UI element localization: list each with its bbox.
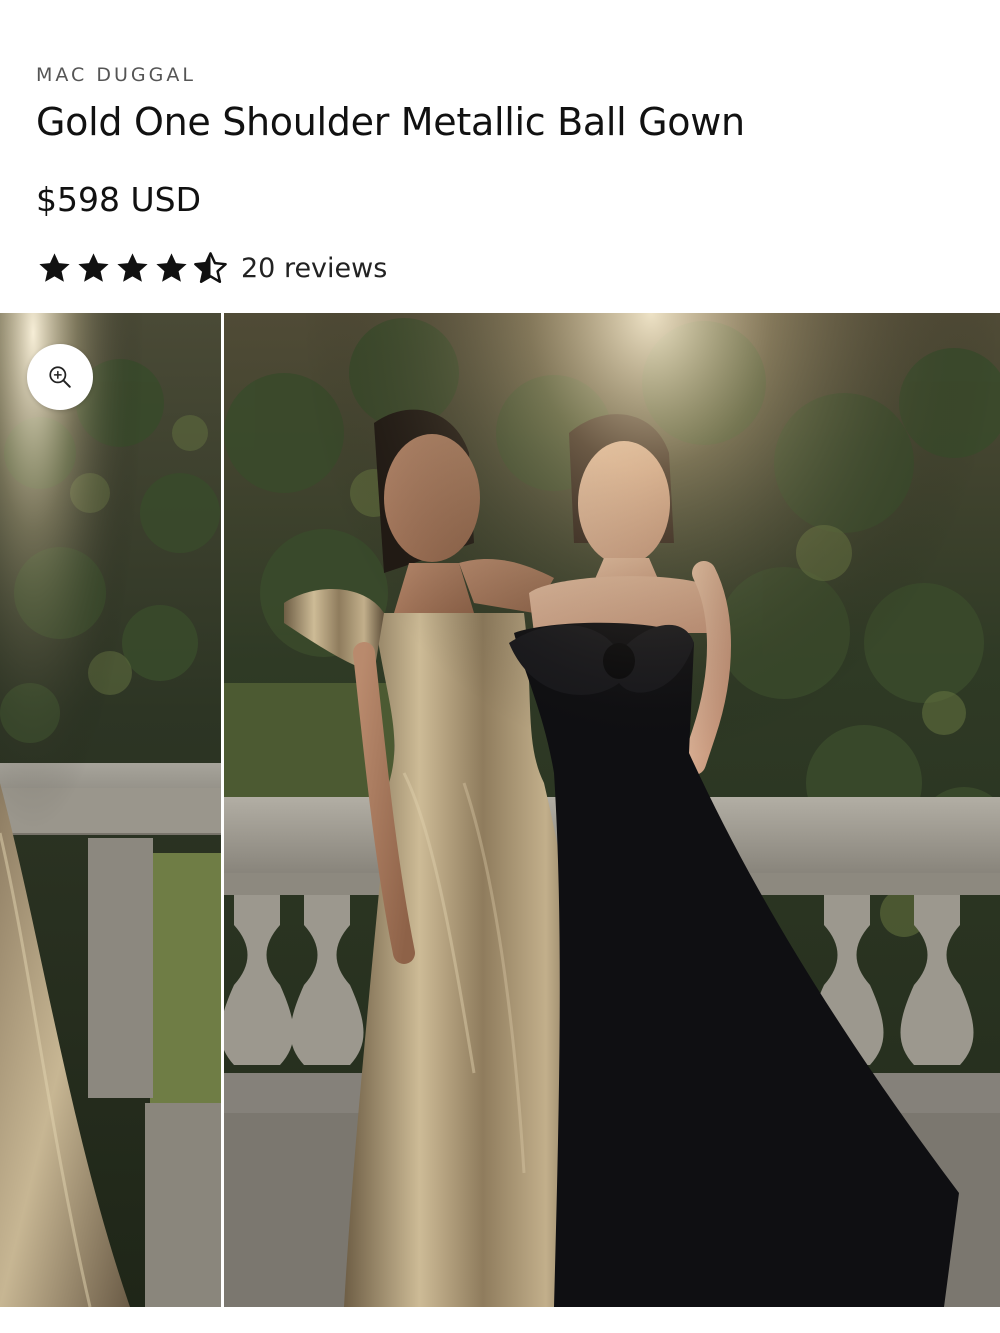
product-title: Gold One Shoulder Metallic Ball Gown: [36, 100, 745, 144]
product-gallery[interactable]: [0, 313, 1000, 1307]
gallery-photo: [224, 313, 1000, 1307]
star-full-icon: [39, 252, 70, 282]
star-full-icon: [117, 252, 148, 282]
star-rating: [36, 250, 229, 287]
product-vendor[interactable]: MAC DUGGAL: [36, 64, 196, 86]
zoom-button[interactable]: [27, 344, 93, 410]
gallery-image-main[interactable]: [224, 313, 1000, 1307]
star-full-icon: [78, 252, 109, 282]
gallery-photo: [0, 313, 221, 1307]
zoom-in-icon: [49, 366, 71, 388]
star-full-icon: [156, 252, 187, 282]
product-rating[interactable]: 20 reviews: [36, 248, 387, 288]
gallery-image-previous[interactable]: [0, 313, 221, 1307]
reviews-link[interactable]: 20 reviews: [241, 253, 387, 284]
product-price: $598 USD: [36, 180, 201, 219]
star-half-icon: [194, 251, 227, 283]
